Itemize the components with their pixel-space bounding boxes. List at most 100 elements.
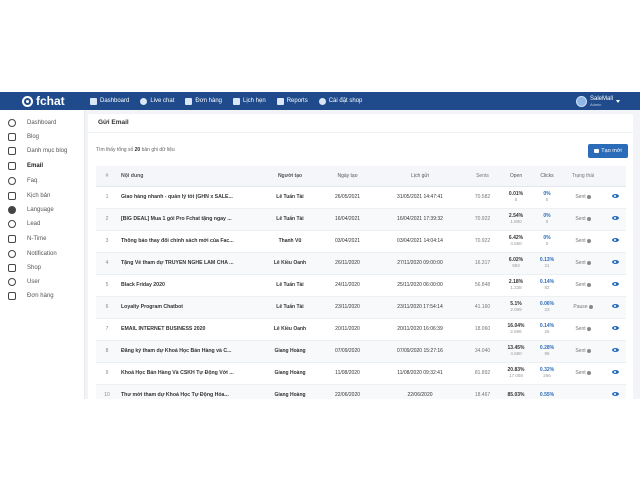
row-content[interactable]: Tặng Vé tham dự TRUYỀN NGHỀ LÀM CHA ... — [118, 252, 260, 275]
row-index: 6 — [96, 296, 118, 319]
nav-dashboard[interactable]: Dashboard — [90, 97, 129, 105]
row-creator: Giang Hoàng — [260, 384, 320, 399]
record-count: 20 — [134, 147, 141, 153]
cart-icon — [185, 97, 193, 105]
eye-icon[interactable] — [611, 282, 619, 286]
eye-icon[interactable] — [611, 238, 619, 242]
row-open: 85.03% — [500, 384, 532, 399]
sidebar-item-blog-category[interactable]: Danh mục blog — [8, 145, 67, 157]
row-content[interactable]: [BIG DEAL] Mua 1 gói Pro Fchat tặng ngay… — [118, 208, 260, 231]
user-menu[interactable]: SaleMall Admin — [576, 94, 621, 108]
row-content[interactable]: Đăng ký tham dự Khoá Học Bán Hàng và C..… — [118, 340, 260, 363]
sidebar-item-dashboard[interactable]: Dashboard — [8, 117, 56, 129]
sidebar-item-user[interactable]: User — [8, 276, 40, 288]
row-created-date: 26/11/2020 — [320, 252, 375, 275]
row-actions — [604, 362, 626, 385]
row-sents: 81.892 — [465, 362, 500, 385]
divider — [88, 132, 633, 133]
add-icon — [594, 149, 600, 153]
row-content[interactable]: Loyalty Program Chatbot — [118, 296, 260, 319]
row-sents: 56.848 — [465, 274, 500, 297]
order-icon — [8, 292, 16, 300]
table-row[interactable]: 2 [BIG DEAL] Mua 1 gói Pro Fchat tặng ng… — [96, 208, 626, 231]
row-index: 9 — [96, 362, 118, 385]
row-status: Sent — [562, 186, 604, 209]
eye-icon[interactable] — [611, 370, 619, 374]
table-row[interactable]: 7 EMAIL INTERNET BUSINESS 2020 Lê Kiều O… — [96, 318, 626, 341]
user-icon — [8, 278, 16, 286]
info-icon[interactable] — [586, 348, 591, 353]
row-content[interactable]: Black Friday 2020 — [118, 274, 260, 297]
row-status: Sent — [562, 208, 604, 231]
nav-live-chat[interactable]: Live chat — [140, 97, 174, 105]
table-row[interactable]: 5 Black Friday 2020 Lê Tuấn Tài 24/11/20… — [96, 274, 626, 297]
sidebar-item-script[interactable]: Kịch bản — [8, 190, 50, 202]
sidebar-item-orders[interactable]: Đơn hàng — [8, 290, 54, 302]
row-clicks: 0.14% 26 — [532, 318, 562, 341]
sidebar-item-email[interactable]: Email — [8, 160, 43, 172]
row-index: 8 — [96, 340, 118, 363]
sidebar-item-faq[interactable]: Faq — [8, 175, 37, 187]
sidebar-item-n-time[interactable]: N-Time — [8, 233, 46, 245]
dashboard-icon — [8, 119, 16, 127]
row-status: Sent — [562, 318, 604, 341]
sidebar-item-shop[interactable]: Shop — [8, 262, 41, 274]
table-row[interactable]: 10 Thư mời tham dự Khoá Học Tự Động Hóa.… — [96, 384, 626, 399]
row-content[interactable]: Giao hàng nhanh - quản lý tốt (GHN x SAL… — [118, 186, 260, 209]
row-index: 10 — [96, 384, 118, 399]
row-schedule: 22/06/2020 — [375, 384, 465, 399]
table-row[interactable]: 3 Thông báo thay đổi chính sách mới của … — [96, 230, 626, 253]
table-row[interactable]: 9 Khoá Học Bán Hàng Và CSKH Tự Động Với … — [96, 362, 626, 385]
row-clicks: 0% 0 — [532, 230, 562, 253]
info-icon[interactable] — [586, 194, 591, 199]
shop-icon — [8, 264, 16, 272]
table-header-row: # Nội dung Người tạo Ngày tạo Lịch gửi S… — [96, 166, 626, 187]
bell-icon — [8, 250, 16, 258]
eye-icon[interactable] — [611, 304, 619, 308]
eye-icon[interactable] — [611, 326, 619, 330]
nav-shop-settings[interactable]: Cài đặt shop — [318, 97, 362, 105]
row-content[interactable]: Thông báo thay đổi chính sách mới của Fa… — [118, 230, 260, 253]
table-row[interactable]: 4 Tặng Vé tham dự TRUYỀN NGHỀ LÀM CHA ..… — [96, 252, 626, 275]
row-content[interactable]: Khoá Học Bán Hàng Và CSKH Tự Động Với ..… — [118, 362, 260, 385]
eye-icon[interactable] — [611, 216, 619, 220]
row-content[interactable]: EMAIL INTERNET BUSINESS 2020 — [118, 318, 260, 341]
brand-logo[interactable]: fchat — [22, 94, 65, 108]
sidebar-item-blog[interactable]: Blog — [8, 131, 39, 143]
info-icon[interactable] — [586, 260, 591, 265]
user-role: Admin — [590, 101, 602, 107]
row-creator: Giang Hoàng — [260, 362, 320, 385]
table-row[interactable]: 1 Giao hàng nhanh - quản lý tốt (GHN x S… — [96, 186, 626, 209]
eye-icon[interactable] — [611, 194, 619, 198]
info-icon[interactable] — [586, 370, 591, 375]
info-icon[interactable] — [586, 326, 591, 331]
main-nav: Dashboard Live chat Đơn hàng Lịch hẹn Re… — [90, 92, 373, 110]
eye-icon[interactable] — [611, 348, 619, 352]
row-created-date: 20/11/2020 — [320, 318, 375, 341]
column-header-index: # — [96, 166, 118, 187]
eye-icon[interactable] — [611, 260, 619, 264]
language-icon — [8, 206, 16, 214]
nav-appointments[interactable]: Lịch hẹn — [233, 97, 266, 105]
eye-icon[interactable] — [611, 392, 619, 396]
nav-orders[interactable]: Đơn hàng — [185, 97, 222, 105]
table-row[interactable]: 6 Loyalty Program Chatbot Lê Tuấn Tài 23… — [96, 296, 626, 319]
info-icon[interactable] — [588, 304, 593, 309]
sidebar: Dashboard Blog Danh mục blog Email Faq K… — [0, 110, 85, 399]
sidebar-item-notification[interactable]: Notification — [8, 248, 57, 260]
row-open: 0.01% 5 — [500, 186, 532, 209]
row-sents: 18.467 — [465, 384, 500, 399]
nav-reports[interactable]: Reports — [276, 97, 308, 105]
row-open: 5.1% 2.099 — [500, 296, 532, 319]
create-new-button[interactable]: Tạo mới — [588, 144, 628, 158]
trend-icon — [8, 235, 16, 243]
info-icon[interactable] — [586, 238, 591, 243]
table-row[interactable]: 8 Đăng ký tham dự Khoá Học Bán Hàng và C… — [96, 340, 626, 363]
sidebar-item-language[interactable]: Language — [8, 204, 54, 216]
sidebar-item-lead[interactable]: Lead — [8, 218, 40, 230]
info-icon[interactable] — [586, 282, 591, 287]
row-clicks: 0.14% 82 — [532, 274, 562, 297]
info-icon[interactable] — [586, 216, 591, 221]
row-content[interactable]: Thư mời tham dự Khoá Học Tự Động Hóa... — [118, 384, 260, 399]
brand-name: fchat — [36, 94, 65, 108]
